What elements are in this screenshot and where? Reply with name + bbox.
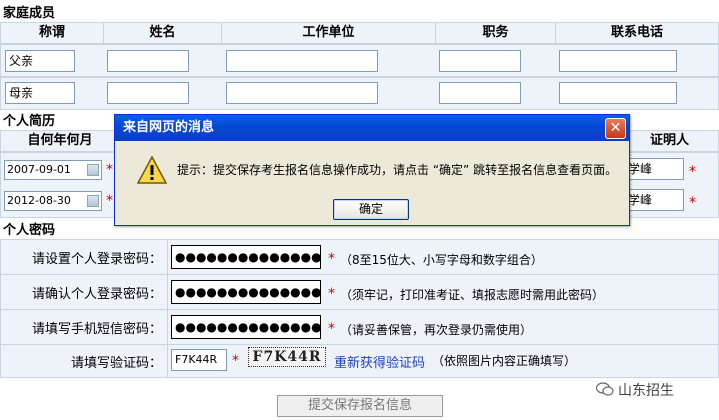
password-section-title: 个人密码	[3, 223, 56, 238]
divider	[167, 239, 168, 378]
name-input[interactable]	[107, 50, 189, 72]
captcha-hint: （依照图片内容正确填写）	[432, 354, 577, 368]
required-mark: *	[328, 321, 335, 337]
required-mark: *	[328, 251, 335, 267]
sms-password-input[interactable]: ●●●●●●●●●●●●●●●●●●●●	[171, 315, 321, 339]
wechat-icon	[596, 382, 614, 396]
close-icon[interactable]: ✕	[605, 118, 626, 139]
required-mark: *	[328, 286, 335, 302]
date-value: 2012-08-30	[7, 194, 71, 207]
family-section-title: 家庭成员	[3, 6, 56, 21]
relation-input[interactable]: 父亲	[5, 50, 75, 72]
required-mark: *	[106, 193, 113, 209]
date-input[interactable]: 2012-08-30	[4, 191, 102, 211]
captcha-input[interactable]: F7K44R	[171, 349, 227, 371]
set-password-hint: （8至15位大、小写字母和数字组合）	[340, 253, 543, 267]
calendar-icon[interactable]	[87, 164, 99, 176]
witness-input[interactable]: 学峰	[624, 158, 684, 180]
phone-input[interactable]	[559, 50, 677, 72]
confirm-password-label: 请确认个人登录密码：	[31, 287, 162, 302]
family-header-name: 姓名	[103, 22, 222, 44]
family-header-relation: 称谓	[0, 22, 104, 44]
position-input[interactable]	[439, 82, 521, 104]
workplace-input[interactable]	[226, 50, 378, 72]
required-mark: *	[689, 195, 696, 211]
resume-section-title: 个人简历	[3, 114, 56, 129]
sms-password-label: 请填写手机短信密码：	[31, 322, 162, 337]
watermark-text: 山东招生	[618, 383, 674, 399]
sms-password-hint: （请妥善保管，再次登录仍需使用）	[340, 323, 533, 337]
family-header-position: 职务	[435, 22, 556, 44]
dialog-title: 来自网页的消息	[115, 115, 629, 141]
calendar-icon[interactable]	[87, 195, 99, 207]
confirm-password-hint: （须牢记，打印准考证、填报志愿时需用此密码）	[340, 288, 605, 302]
ok-button[interactable]: 确定	[333, 199, 409, 220]
workplace-input[interactable]	[226, 82, 378, 104]
resume-header-from: 自何年何月	[0, 130, 120, 152]
family-header-phone: 联系电话	[555, 22, 719, 44]
name-input[interactable]	[107, 82, 189, 104]
position-input[interactable]	[439, 50, 521, 72]
resume-header-witness: 证明人	[620, 130, 719, 152]
required-mark: *	[689, 164, 696, 180]
dialog-message: 提示：提交保存考生报名信息操作成功，请点击 “确定” 跳转至报名信息查看页面。	[177, 163, 618, 177]
captcha-label: 请填写验证码：	[70, 356, 162, 371]
relation-input[interactable]: 母亲	[5, 82, 75, 104]
submit-button[interactable]: 提交保存报名信息	[277, 395, 443, 417]
confirm-password-input[interactable]: ●●●●●●●●●●●●●●●●●●●●	[171, 280, 321, 304]
alert-dialog: 来自网页的消息 ✕ 提示：提交保存考生报名信息操作成功，请点击 “确定” 跳转至…	[114, 114, 630, 226]
date-value: 2007-09-01	[7, 163, 71, 176]
set-password-input[interactable]: ●●●●●●●●●●●●●●●●●●●●	[171, 245, 321, 269]
family-header-workplace: 工作单位	[221, 22, 436, 44]
set-password-label: 请设置个人登录密码：	[31, 252, 162, 267]
date-input[interactable]: 2007-09-01	[4, 160, 102, 180]
required-mark: *	[106, 162, 113, 178]
required-mark: *	[232, 353, 239, 369]
witness-input[interactable]: 学峰	[624, 189, 684, 211]
captcha-image: F7K44R	[248, 347, 326, 367]
warning-icon	[137, 155, 167, 184]
phone-input[interactable]	[559, 82, 677, 104]
refresh-captcha-link[interactable]: 重新获得验证码	[334, 352, 425, 371]
